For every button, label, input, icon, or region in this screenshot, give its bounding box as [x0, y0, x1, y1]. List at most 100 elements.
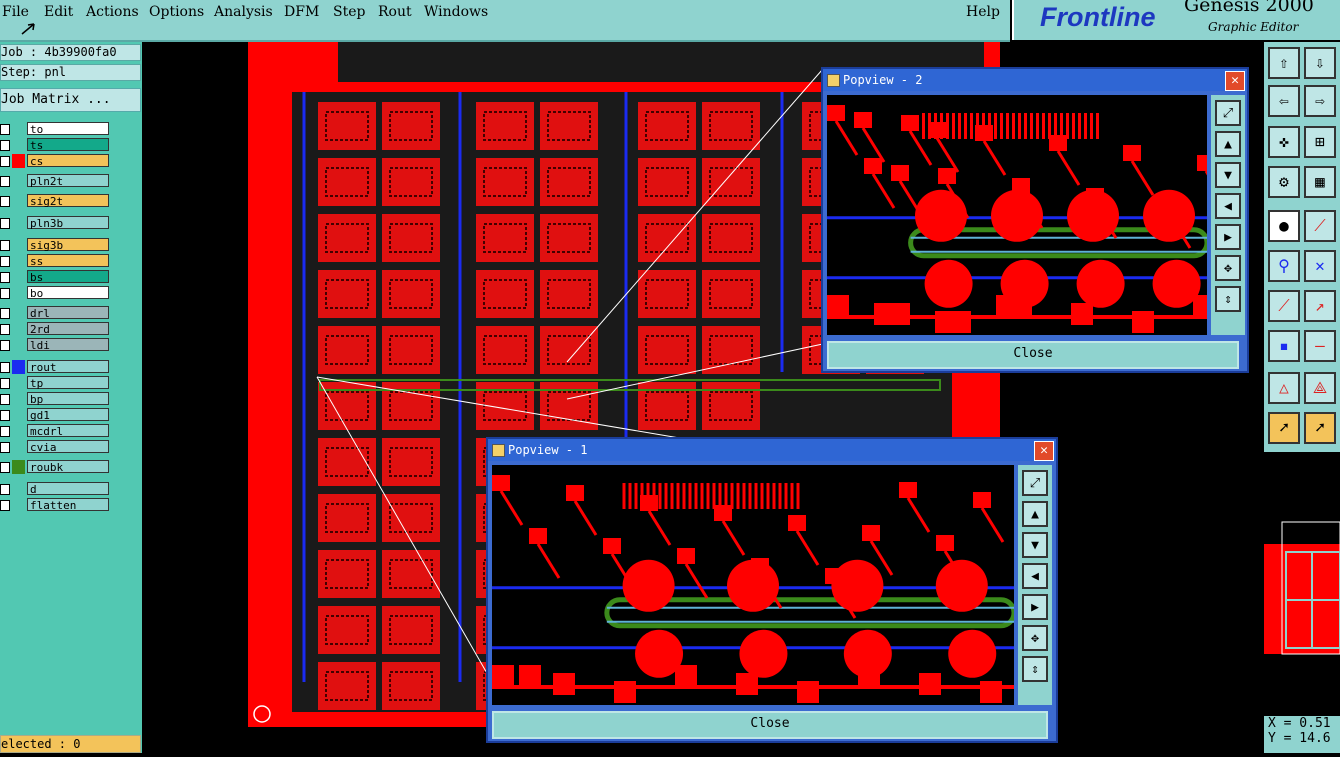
pan-left-icon[interactable]: ◀	[1022, 563, 1048, 589]
popview-2-close-button[interactable]: Close	[827, 341, 1239, 369]
pan-up-icon[interactable]: ▲	[1215, 131, 1241, 157]
layer-row-to[interactable]: to	[0, 122, 112, 136]
select-pointer-icon[interactable]: ➚	[1304, 412, 1336, 444]
layer-checkbox[interactable]	[0, 426, 10, 437]
layer-checkbox[interactable]	[0, 340, 10, 351]
arc-icon[interactable]: ⟁	[1304, 372, 1336, 404]
layer-row-mcdrl[interactable]: mcdrl	[0, 424, 112, 438]
layer-checkbox[interactable]	[0, 308, 10, 319]
zoom-in-icon[interactable]: ✥	[1022, 625, 1048, 651]
popview-1-titlebar[interactable]: Popview - 1 ✕	[488, 439, 1056, 461]
layer-row-flatten[interactable]: flatten	[0, 498, 112, 512]
menu-rout[interactable]: Rout	[378, 4, 412, 20]
layer-row-bs[interactable]: bs	[0, 270, 112, 284]
layer-checkbox[interactable]	[0, 176, 10, 187]
layer-row-gd1[interactable]: gd1	[0, 408, 112, 422]
zoom-down-icon[interactable]: ⇩	[1304, 47, 1336, 79]
menu-actions[interactable]: Actions	[86, 4, 139, 20]
select-feature-icon[interactable]: ●	[1268, 210, 1300, 242]
grid-icon[interactable]: ▦	[1304, 166, 1336, 198]
overview-map[interactable]	[1264, 452, 1340, 716]
zoom-window-icon[interactable]: ⊞	[1304, 126, 1336, 158]
popview-1-close-button[interactable]: Close	[492, 711, 1048, 739]
zoom-out-icon[interactable]: ⇕	[1022, 656, 1048, 682]
layer-checkbox[interactable]	[0, 500, 10, 511]
menu-windows[interactable]: Windows	[424, 4, 488, 20]
window-icon	[827, 74, 840, 87]
layer-row-pln3b[interactable]: pln3b	[0, 216, 112, 230]
zoom-in-icon[interactable]: ✥	[1215, 255, 1241, 281]
pan-down-icon[interactable]: ▼	[1215, 162, 1241, 188]
line-icon[interactable]: —	[1304, 330, 1336, 362]
popview-2-titlebar[interactable]: Popview - 2 ✕	[823, 69, 1247, 91]
zoom-out-icon[interactable]: ⇕	[1215, 286, 1241, 312]
menu-options[interactable]: Options	[149, 4, 204, 20]
zoom-fit-icon[interactable]: ⤢	[1022, 470, 1048, 496]
connect-icon[interactable]: ⚲	[1268, 250, 1300, 282]
zoom-home-icon[interactable]: ✜	[1268, 126, 1300, 158]
layer-checkbox[interactable]	[0, 484, 10, 495]
layer-row-d[interactable]: d	[0, 482, 112, 496]
layer-checkbox[interactable]	[0, 140, 10, 151]
pad-icon[interactable]: ▪	[1268, 330, 1300, 362]
triangle-icon[interactable]: △	[1268, 372, 1300, 404]
zoom-up-icon[interactable]: ⇧	[1268, 47, 1300, 79]
measure-icon[interactable]: ⟋	[1268, 290, 1300, 322]
layer-row-sig3b[interactable]: sig3b	[0, 238, 112, 252]
layer-row-tp[interactable]: tp	[0, 376, 112, 390]
menu-step[interactable]: Step	[333, 4, 365, 20]
layer-checkbox[interactable]	[0, 324, 10, 335]
layer-row-ss[interactable]: ss	[0, 254, 112, 268]
layer-checkbox[interactable]	[0, 362, 10, 373]
layer-row-roubk[interactable]: roubk	[0, 460, 112, 474]
layer-checkbox[interactable]	[0, 288, 10, 299]
job-matrix-button[interactable]: Job Matrix ...	[0, 88, 141, 112]
close-icon[interactable]: ✕	[1034, 441, 1054, 461]
layer-checkbox[interactable]	[0, 442, 10, 453]
menu-edit[interactable]: Edit	[44, 4, 73, 20]
pan-down-icon[interactable]: ▼	[1022, 532, 1048, 558]
layer-checkbox[interactable]	[0, 124, 10, 135]
layer-checkbox[interactable]	[0, 410, 10, 421]
draw-line-icon[interactable]: ⟋	[1304, 210, 1336, 242]
layer-row-2rd[interactable]: 2rd	[0, 322, 112, 336]
menu-analysis[interactable]: Analysis	[214, 4, 273, 20]
layer-row-bp[interactable]: bp	[0, 392, 112, 406]
layer-row-ldi[interactable]: ldi	[0, 338, 112, 352]
layer-checkbox[interactable]	[0, 196, 10, 207]
pan-right-icon[interactable]: ▶	[1022, 594, 1048, 620]
layer-row-rout[interactable]: rout	[0, 360, 112, 374]
layer-checkbox[interactable]	[0, 462, 10, 473]
popview-2-view[interactable]	[827, 95, 1207, 335]
layer-row-pln2t[interactable]: pln2t	[0, 174, 112, 188]
layer-checkbox[interactable]	[0, 378, 10, 389]
pan-left-icon[interactable]: ⇦	[1268, 85, 1300, 117]
menu-help[interactable]: Help	[966, 4, 1000, 20]
menu-dfm[interactable]: DFM	[284, 4, 319, 20]
popview-1-view[interactable]	[492, 465, 1014, 705]
layer-checkbox[interactable]	[0, 394, 10, 405]
pointer-icon[interactable]: ➚	[1268, 412, 1300, 444]
layer-row-ts[interactable]: ts	[0, 138, 112, 152]
pan-right-icon[interactable]: ▶	[1215, 224, 1241, 250]
layer-row-drl[interactable]: drl	[0, 306, 112, 320]
zoom-fit-icon[interactable]: ⤢	[1215, 100, 1241, 126]
layer-checkbox[interactable]	[0, 156, 10, 167]
pan-left-icon[interactable]: ◀	[1215, 193, 1241, 219]
layer-row-bo[interactable]: bo	[0, 286, 112, 300]
pan-right-icon[interactable]: ⇨	[1304, 85, 1336, 117]
close-icon[interactable]: ✕	[1225, 71, 1245, 91]
layer-checkbox[interactable]	[0, 272, 10, 283]
layer-row-sig2t[interactable]: sig2t	[0, 194, 112, 208]
layer-row-cvia[interactable]: cvia	[0, 440, 112, 454]
layer-checkbox[interactable]	[0, 218, 10, 229]
layer-name: roubk	[27, 460, 109, 474]
route-icon[interactable]: ↗	[1304, 290, 1336, 322]
snap-icon[interactable]: ⚙	[1268, 166, 1300, 198]
layer-row-cs[interactable]: cs	[0, 154, 112, 168]
layer-checkbox[interactable]	[0, 240, 10, 251]
pan-up-icon[interactable]: ▲	[1022, 501, 1048, 527]
layer-checkbox[interactable]	[0, 256, 10, 267]
menu-file[interactable]: File	[2, 4, 29, 20]
delete-icon[interactable]: ✕	[1304, 250, 1336, 282]
